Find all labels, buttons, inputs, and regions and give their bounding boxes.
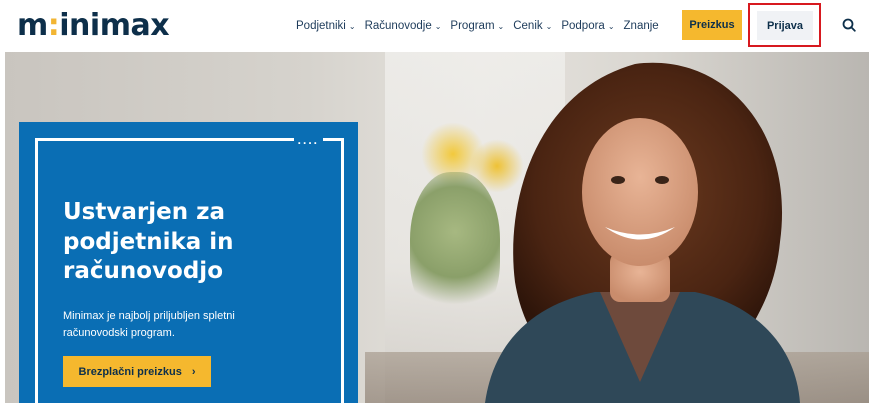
trial-button[interactable]: Preizkus	[682, 10, 742, 40]
hero-title: Ustvarjen za podjetnika in računovodjo	[63, 199, 234, 284]
login-highlight: Prijava	[748, 3, 821, 47]
hero-promo-card: .... Ustvarjen za podjetnika in računovo…	[19, 122, 358, 403]
free-trial-button-label: Brezplačni preizkus	[78, 365, 182, 378]
nav-item-program[interactable]: Program ⌄	[450, 20, 504, 32]
chevron-down-icon: ⌄	[348, 21, 356, 31]
login-button[interactable]: Prijava	[757, 11, 813, 40]
chevron-down-icon: ⌄	[607, 21, 615, 31]
chevron-right-icon: ›	[191, 365, 196, 378]
chevron-down-icon: ⌄	[497, 21, 505, 31]
hero-woman-photo	[485, 62, 800, 403]
main-nav: Podjetniki ⌄ Računovodje ⌄ Program ⌄ Cenik ⌄…	[296, 0, 659, 52]
nav-item-podjetniki[interactable]: Podjetniki ⌄	[296, 20, 356, 32]
site-header: m:inimax Podjetniki ⌄ Računovodje ⌄ Progra…	[0, 0, 869, 52]
nav-item-cenik[interactable]: Cenik ⌄	[513, 20, 552, 32]
search-icon[interactable]	[842, 18, 856, 32]
promo-dots: ....	[293, 134, 323, 146]
nav-item-znanje[interactable]: Znanje	[624, 20, 659, 32]
chevron-down-icon: ⌄	[434, 21, 442, 31]
chevron-down-icon: ⌄	[545, 21, 553, 31]
nav-item-podpora[interactable]: Podpora ⌄	[561, 20, 614, 32]
hero-description: Minimax je najbolj priljubljen spletni r…	[63, 310, 235, 339]
free-trial-button[interactable]: Brezplačni preizkus ›	[63, 356, 211, 387]
nav-item-racunovodje[interactable]: Računovodje ⌄	[365, 20, 442, 32]
minimax-logo[interactable]: m:inimax	[17, 8, 170, 44]
